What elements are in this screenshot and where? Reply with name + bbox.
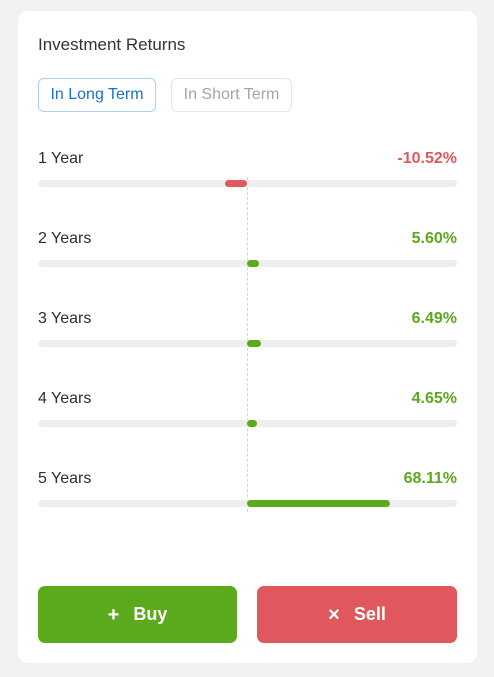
return-bar [247,260,259,267]
investment-returns-card: Investment Returns In Long Term In Short… [18,11,477,663]
return-period-label: 5 Years [38,470,92,487]
return-track [38,180,457,187]
return-row-3-years: 3 Years 6.49% [38,310,457,350]
tab-short-term[interactable]: In Short Term [171,78,292,112]
return-value: 6.49% [411,310,457,327]
return-value: -10.52% [397,150,457,167]
return-period-label: 4 Years [38,390,92,407]
sell-label: Sell [353,604,386,624]
return-bar [224,180,247,187]
buy-button[interactable]: + Buy [38,586,237,643]
return-value: 4.65% [411,390,457,407]
return-row-2-years: 2 Years 5.60% [38,230,457,270]
plus-icon: + [107,603,120,626]
return-row-5-years: 5 Years 68.11% [38,470,457,510]
return-bar [247,340,261,347]
card-title: Investment Returns [38,35,186,54]
return-value: 5.60% [411,230,457,247]
tab-long-term[interactable]: In Long Term [38,78,156,112]
buy-label: Buy [133,604,168,624]
return-period-label: 3 Years [38,310,92,327]
return-period-label: 1 Year [38,150,84,167]
return-row-1-year: 1 Year -10.52% [38,150,457,190]
close-icon: × [328,603,340,626]
return-bar [247,420,257,427]
return-row-4-years: 4 Years 4.65% [38,390,457,430]
return-bar [247,500,390,507]
return-period-label: 2 Years [38,230,92,247]
return-value: 68.11% [403,470,457,487]
sell-button[interactable]: × Sell [257,586,457,643]
